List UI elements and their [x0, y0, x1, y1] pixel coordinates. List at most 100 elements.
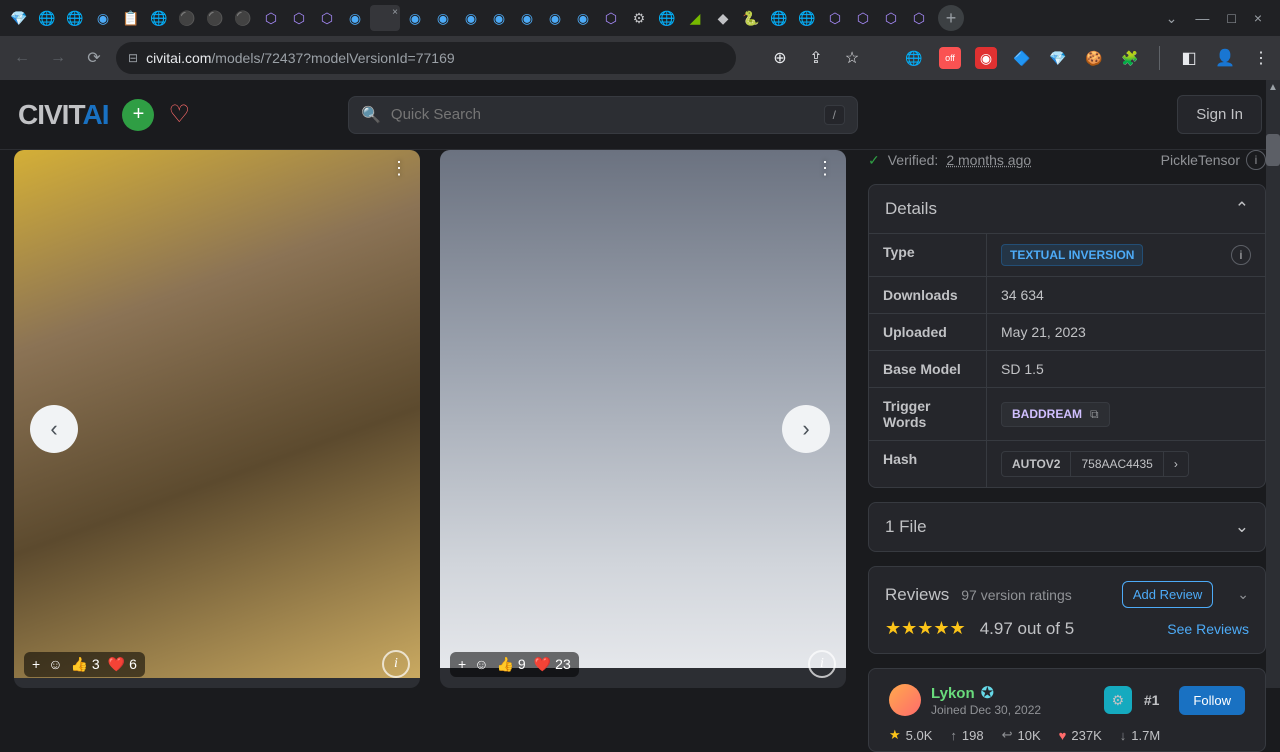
tab-icon[interactable]: ⬡: [314, 5, 340, 31]
tab-dropdown-icon[interactable]: ⌄: [1166, 10, 1178, 27]
copy-icon[interactable]: ⧉: [1090, 407, 1099, 422]
tab-icon[interactable]: 💎: [6, 5, 32, 31]
follow-button[interactable]: Follow: [1179, 686, 1245, 715]
emoji-reaction-icon[interactable]: ☺: [474, 656, 488, 672]
share-icon[interactable]: ⇪: [805, 47, 827, 69]
tab-icon[interactable]: ◉: [458, 5, 484, 31]
create-button[interactable]: +: [122, 99, 154, 131]
profile-icon[interactable]: 👤: [1214, 47, 1236, 69]
image-menu-icon[interactable]: ⋮: [390, 158, 408, 179]
extension-icon[interactable]: 🌐: [903, 47, 925, 69]
tab-icon[interactable]: 🌐: [766, 5, 792, 31]
extension-icon[interactable]: 💎: [1047, 47, 1069, 69]
detail-key: Type: [869, 234, 987, 276]
tab-icon[interactable]: ◢: [682, 5, 708, 31]
address-bar[interactable]: ⊟ civitai.com/models/72437?modelVersionI…: [116, 42, 736, 74]
tab-icon[interactable]: ◉: [570, 5, 596, 31]
sign-in-button[interactable]: Sign In: [1177, 95, 1262, 134]
tab-icon[interactable]: ◉: [90, 5, 116, 31]
sidepanel-icon[interactable]: ◧: [1178, 47, 1200, 69]
see-reviews-link[interactable]: See Reviews: [1167, 621, 1249, 637]
window-maximize-icon[interactable]: □: [1227, 10, 1235, 27]
tab-icon[interactable]: ⚙: [626, 5, 652, 31]
scrollbar-track[interactable]: [1266, 80, 1280, 688]
tab-icon[interactable]: 🌐: [794, 5, 820, 31]
tab-active[interactable]: ×: [370, 5, 400, 31]
menu-icon[interactable]: ⋮: [1250, 47, 1272, 69]
info-icon[interactable]: i: [1246, 150, 1266, 170]
extension-icon[interactable]: ◉: [975, 47, 997, 69]
window-minimize-icon[interactable]: —: [1195, 10, 1209, 27]
add-reaction-icon[interactable]: +: [458, 656, 466, 672]
hash-type: AUTOV2: [1002, 452, 1071, 476]
verified-time[interactable]: 2 months ago: [946, 152, 1031, 168]
tab-icon[interactable]: ⬡: [258, 5, 284, 31]
creator-name[interactable]: Lykon: [931, 685, 975, 702]
tab-icon[interactable]: ⚫: [202, 5, 228, 31]
image-menu-icon[interactable]: ⋮: [816, 158, 834, 179]
forward-button[interactable]: →: [44, 44, 72, 72]
heart-reaction[interactable]: ❤️ 6: [108, 656, 137, 673]
extension-icon[interactable]: 🍪: [1083, 47, 1105, 69]
back-button[interactable]: ←: [8, 44, 36, 72]
like-reaction[interactable]: 👍 9: [496, 656, 525, 673]
add-review-button[interactable]: Add Review: [1122, 581, 1213, 608]
tab-icon[interactable]: ⬡: [598, 5, 624, 31]
files-header[interactable]: 1 File ⌄: [869, 503, 1265, 551]
extensions-icon[interactable]: 🧩: [1119, 47, 1141, 69]
tab-icon[interactable]: ⬡: [878, 5, 904, 31]
image-info-icon[interactable]: i: [808, 650, 836, 678]
tab-icon[interactable]: ⚫: [174, 5, 200, 31]
tab-close-icon[interactable]: ×: [392, 7, 398, 18]
detail-value: May 21, 2023: [987, 314, 1265, 350]
tab-icon[interactable]: ⬡: [850, 5, 876, 31]
tab-icon[interactable]: ◉: [342, 5, 368, 31]
scroll-up-icon[interactable]: ▲: [1268, 82, 1278, 92]
install-app-icon[interactable]: ⊕: [769, 47, 791, 69]
tab-icon[interactable]: 🌐: [62, 5, 88, 31]
tab-icon[interactable]: 🌐: [146, 5, 172, 31]
bookmark-icon[interactable]: ☆: [841, 47, 863, 69]
carousel-prev-button[interactable]: ‹: [30, 405, 78, 453]
avatar[interactable]: [889, 684, 921, 716]
image-info-icon[interactable]: i: [382, 650, 410, 678]
heart-reaction[interactable]: ❤️ 23: [534, 656, 571, 673]
tab-icon[interactable]: ◉: [514, 5, 540, 31]
tab-icon[interactable]: ⬡: [906, 5, 932, 31]
tab-icon[interactable]: ◉: [402, 5, 428, 31]
chevron-down-icon[interactable]: ⌄: [1237, 586, 1249, 603]
tab-icon[interactable]: ◉: [542, 5, 568, 31]
add-reaction-icon[interactable]: +: [32, 656, 40, 672]
scrollbar-thumb[interactable]: [1266, 134, 1280, 166]
verified-row: ✓ Verified: 2 months ago PickleTensor i: [868, 150, 1266, 170]
tab-icon[interactable]: 📋: [118, 5, 144, 31]
trigger-word-pill[interactable]: BADDREAM⧉: [1001, 402, 1110, 427]
tab-icon[interactable]: ⬡: [822, 5, 848, 31]
search-input[interactable]: [391, 106, 814, 123]
details-header[interactable]: Details ⌃: [869, 185, 1265, 233]
extension-icon[interactable]: 🔷: [1011, 47, 1033, 69]
like-reaction[interactable]: 👍 3: [70, 656, 99, 673]
carousel-next-button[interactable]: ›: [782, 405, 830, 453]
search-box[interactable]: 🔍 /: [348, 96, 858, 134]
window-close-icon[interactable]: ×: [1254, 10, 1262, 27]
site-info-icon[interactable]: ⊟: [128, 51, 138, 65]
hash-expand-icon[interactable]: ›: [1163, 452, 1188, 476]
logo[interactable]: CIVITAI: [18, 99, 108, 131]
emoji-reaction-icon[interactable]: ☺: [48, 656, 62, 672]
new-tab-button[interactable]: +: [938, 5, 964, 31]
tab-icon[interactable]: 🌐: [654, 5, 680, 31]
tab-icon[interactable]: 🐍: [738, 5, 764, 31]
tab-icon[interactable]: 🌐: [34, 5, 60, 31]
extension-icon[interactable]: off: [939, 47, 961, 69]
hash-value[interactable]: 758AAC4435: [1071, 452, 1162, 476]
tab-icon[interactable]: ⚫: [230, 5, 256, 31]
reload-button[interactable]: ⟳: [80, 44, 108, 72]
favorites-icon[interactable]: ♡: [168, 100, 190, 129]
reaction-bar: + ☺ 👍 3 ❤️ 6: [24, 652, 145, 677]
tab-icon[interactable]: ◉: [430, 5, 456, 31]
info-icon[interactable]: i: [1231, 245, 1251, 265]
tab-icon[interactable]: ◉: [486, 5, 512, 31]
tab-icon[interactable]: ◆: [710, 5, 736, 31]
tab-icon[interactable]: ⬡: [286, 5, 312, 31]
